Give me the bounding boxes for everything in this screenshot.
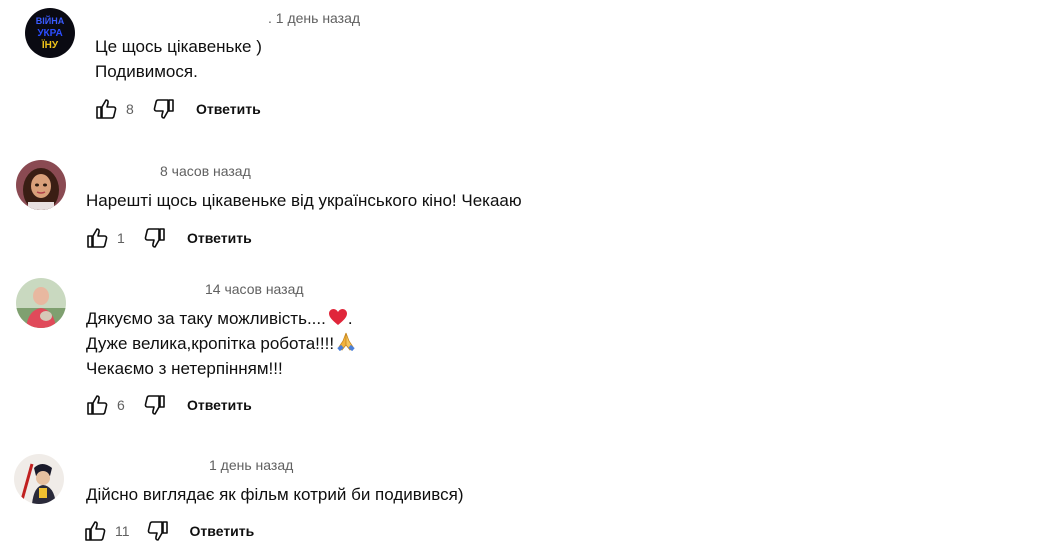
comment-actions: 8 Ответить bbox=[92, 95, 261, 123]
comment-line: Це щось цікавеньке ) bbox=[95, 37, 262, 56]
like-count: 6 bbox=[117, 397, 125, 413]
comment-timestamp[interactable]: 14 часов назад bbox=[205, 281, 304, 297]
thumb-down-icon[interactable] bbox=[141, 391, 169, 419]
avatar[interactable]: ВІЙНА УКРА ЇНУ bbox=[25, 8, 75, 58]
thumb-up-icon[interactable] bbox=[83, 391, 111, 419]
comment-line: Чекаємо з нетерпінням!!! bbox=[86, 359, 283, 378]
reply-button[interactable]: Ответить bbox=[187, 397, 252, 413]
reply-button[interactable]: Ответить bbox=[187, 230, 252, 246]
reply-button[interactable]: Ответить bbox=[190, 523, 255, 539]
comment-text: Дійсно виглядає як фільм котрий би подив… bbox=[86, 482, 463, 507]
comment-line-text: Дякуємо за таку можливість.... bbox=[86, 309, 326, 328]
like-count: 11 bbox=[115, 523, 130, 539]
comment-text: Це щось цікавеньке ) Подивимося. bbox=[95, 34, 262, 84]
comment-text: Нарешті щось цікавеньке від українського… bbox=[86, 188, 522, 213]
comment-line-suffix: . bbox=[347, 309, 353, 328]
comment-text: Дякуємо за таку можливість..... Дуже вел… bbox=[86, 306, 356, 381]
comment-actions: 11 Ответить bbox=[81, 517, 254, 545]
thumb-down-icon[interactable] bbox=[144, 517, 172, 545]
comment-line: Дуже велика,кропітка робота!!!! bbox=[86, 331, 356, 356]
comment-actions: 1 Ответить bbox=[83, 224, 252, 252]
svg-text:ЇНУ: ЇНУ bbox=[41, 38, 59, 51]
avatar[interactable] bbox=[16, 278, 66, 328]
svg-text:ВІЙНА: ВІЙНА bbox=[36, 15, 65, 26]
thumb-down-icon[interactable] bbox=[150, 95, 178, 123]
comment-timestamp[interactable]: 1 день назад bbox=[209, 457, 293, 473]
comment-line-text: Дуже велика,кропітка робота!!!! bbox=[86, 334, 335, 353]
thumb-up-icon[interactable] bbox=[81, 517, 109, 545]
reply-button[interactable]: Ответить bbox=[196, 101, 261, 117]
comment-line: Нарешті щось цікавеньке від українського… bbox=[86, 191, 522, 210]
red-heart-icon bbox=[328, 308, 348, 333]
like-count: 1 bbox=[117, 230, 125, 246]
like-count: 8 bbox=[126, 101, 134, 117]
avatar[interactable] bbox=[14, 454, 64, 504]
comment-actions: 6 Ответить bbox=[83, 391, 252, 419]
svg-text:УКРА: УКРА bbox=[37, 28, 62, 39]
comment-timestamp[interactable]: . 1 день назад bbox=[268, 10, 360, 26]
thumb-up-icon[interactable] bbox=[92, 95, 120, 123]
comment-line: Подивимося. bbox=[95, 62, 198, 81]
avatar[interactable] bbox=[16, 160, 66, 210]
thumb-down-icon[interactable] bbox=[141, 224, 169, 252]
comment-line: Дякуємо за таку можливість..... bbox=[86, 306, 356, 331]
thumb-up-icon[interactable] bbox=[83, 224, 111, 252]
comment-line: Дійсно виглядає як фільм котрий би подив… bbox=[86, 485, 464, 504]
comment-timestamp[interactable]: 8 часов назад bbox=[160, 163, 251, 179]
folded-hands-icon bbox=[336, 331, 356, 358]
